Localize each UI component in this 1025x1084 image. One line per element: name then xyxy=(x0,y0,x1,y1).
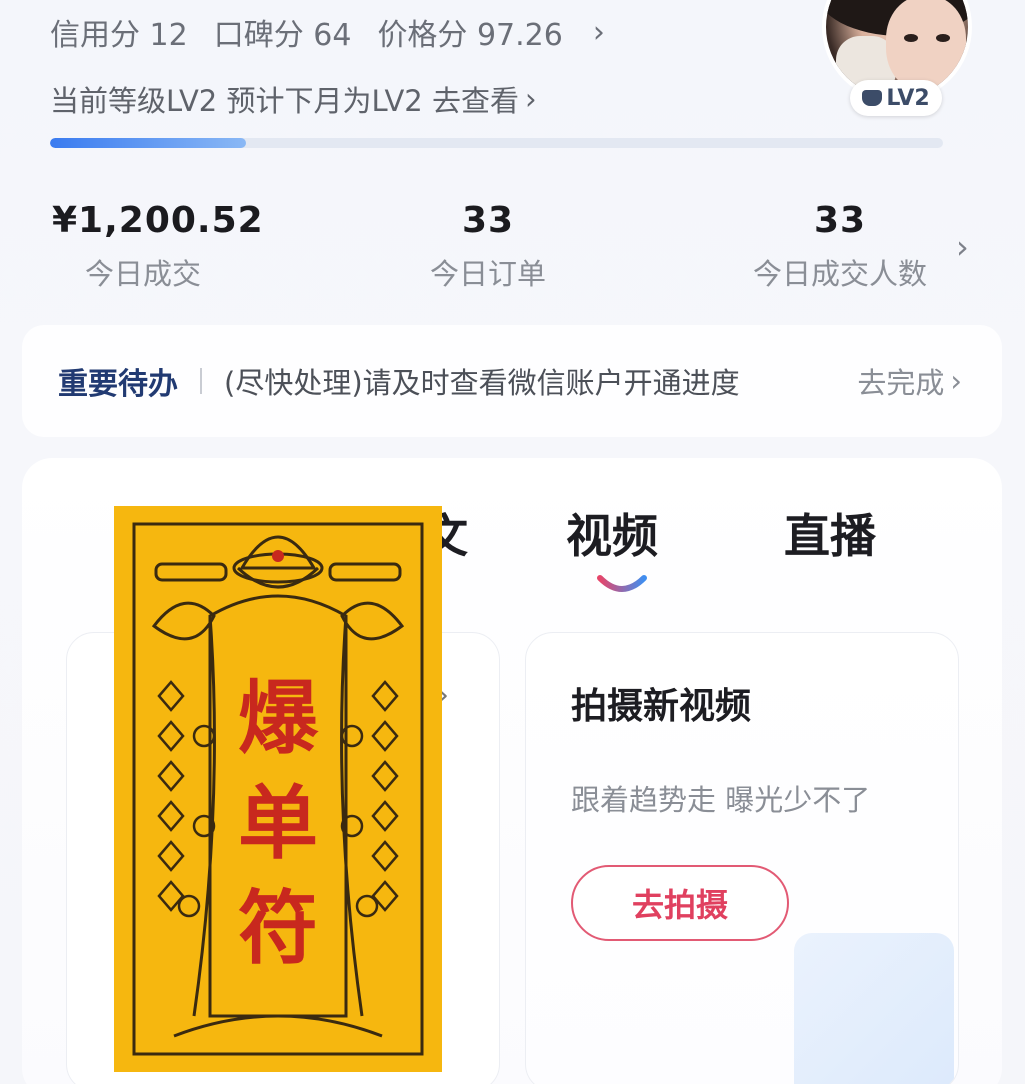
level-badge-label: LV2 xyxy=(886,85,930,111)
crown-icon xyxy=(862,90,883,106)
level-badge: LV2 xyxy=(850,80,942,116)
stat-orders[interactable]: 33 今日订单 xyxy=(398,200,578,293)
chevron-right-icon: › xyxy=(524,82,537,116)
reputation-score: 口碑分 64 xyxy=(213,18,352,53)
talisman-sticker: 爆 单 符 xyxy=(114,506,442,1072)
level-progress-bar xyxy=(50,138,943,148)
todo-action-label: 去完成 xyxy=(857,366,945,400)
talisman-char-1: 爆 xyxy=(238,671,319,765)
right-diamond-chain xyxy=(340,680,399,918)
talisman-char-3: 符 xyxy=(238,881,318,975)
left-diamond-chain xyxy=(157,680,216,918)
go-shoot-button[interactable]: 去拍摄 xyxy=(571,865,789,941)
stat-buyers[interactable]: 33 今日成交人数 xyxy=(730,200,950,293)
todo-message: (尽快处理)请及时查看微信账户开通进度 xyxy=(224,366,740,400)
stat-value: ¥1,200.52 xyxy=(52,200,264,241)
talisman-dot xyxy=(272,550,284,562)
important-todo-bar[interactable]: 重要待办 (尽快处理)请及时查看微信账户开通进度 去完成 › xyxy=(22,325,1002,437)
talisman-char-2: 单 xyxy=(238,776,318,870)
shoot-video-card[interactable]: 拍摄新视频 跟着趋势走 曝光少不了 去拍摄 xyxy=(525,632,959,1084)
stat-value: 33 xyxy=(813,200,867,241)
todo-title: 重要待办 xyxy=(58,367,178,402)
tab-active-indicator xyxy=(597,575,647,592)
chevron-right-icon[interactable]: › xyxy=(956,228,969,266)
talisman-graphic: 爆 单 符 xyxy=(132,522,424,1056)
todo-action-link[interactable]: 去完成 › xyxy=(857,360,962,402)
credit-score: 信用分 12 xyxy=(50,18,188,53)
stat-value: 33 xyxy=(461,200,515,241)
tv-illustration-icon xyxy=(794,933,954,1084)
stat-label: 今日成交人数 xyxy=(752,257,927,291)
score-row[interactable]: 信用分 12 口碑分 64 价格分 97.26 › xyxy=(50,10,605,54)
level-info-link[interactable]: 当前等级LV2 预计下月为LV2 去查看 › xyxy=(50,78,537,120)
chevron-right-icon[interactable]: › xyxy=(593,15,605,50)
divider xyxy=(200,368,202,394)
tab-live[interactable]: 直播 xyxy=(784,500,876,566)
stat-label: 今日订单 xyxy=(429,257,546,291)
card-title: 拍摄新视频 xyxy=(571,686,752,727)
card-subtitle: 跟着趋势走 曝光少不了 xyxy=(571,783,871,817)
stat-turnover[interactable]: ¥1,200.52 今日成交 xyxy=(52,200,264,293)
level-progress-fill xyxy=(50,138,247,148)
stat-label: 今日成交 xyxy=(84,257,201,291)
chevron-right-icon: › xyxy=(950,364,962,398)
level-text: 当前等级LV2 预计下月为LV2 去查看 xyxy=(50,84,519,118)
price-score: 价格分 97.26 xyxy=(377,18,563,53)
tab-video[interactable]: 视频 xyxy=(566,500,658,566)
